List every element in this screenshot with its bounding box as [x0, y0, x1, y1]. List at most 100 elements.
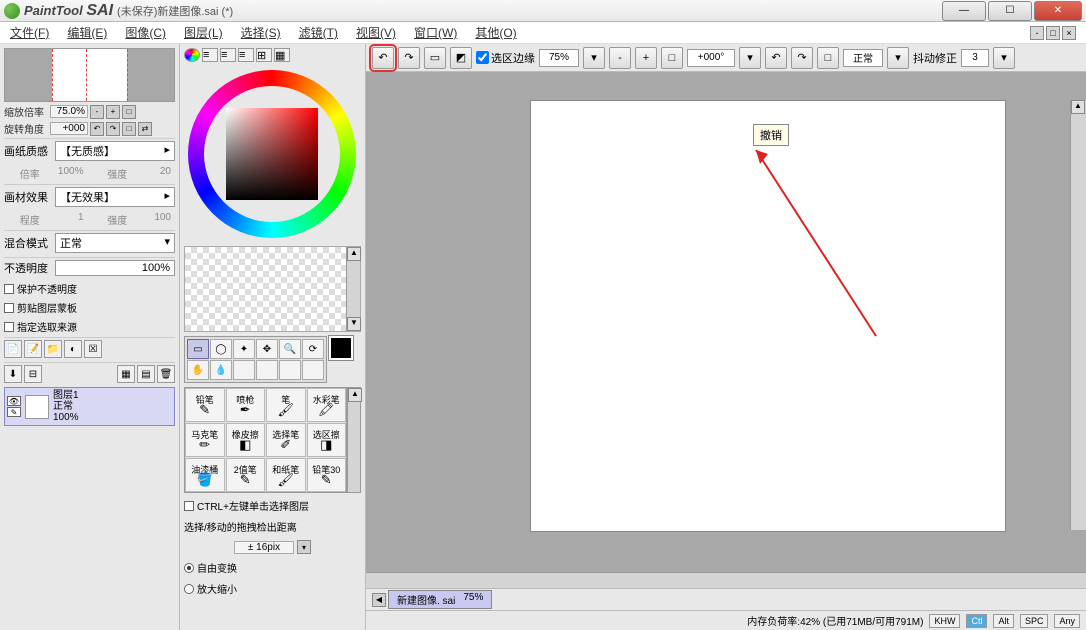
delete-layer-button[interactable]: 🗑 [157, 365, 175, 383]
protect-opacity-checkbox[interactable] [4, 284, 14, 294]
brush-select-pen[interactable]: 选择笔✐ [266, 423, 306, 457]
menu-select[interactable]: 选择(S) [241, 24, 281, 41]
tb-rotate-ccw[interactable]: ↶ [765, 47, 787, 69]
color-wheel[interactable] [184, 66, 360, 242]
swatch-scroll-up[interactable]: ▲ [347, 247, 361, 261]
gray-slider-button[interactable]: ≡ [238, 48, 254, 62]
drag-threshold-value[interactable]: ± 16pix [234, 541, 294, 554]
menu-window[interactable]: 窗口(W) [414, 24, 457, 41]
tb-zoom-out[interactable]: - [609, 47, 631, 69]
ctrl-click-checkbox[interactable] [184, 501, 194, 511]
rotate-tool[interactable]: ⟳ [302, 339, 324, 359]
brush-brush[interactable]: 笔🖌 [266, 388, 306, 422]
swatch-scroll-down[interactable]: ▼ [347, 317, 361, 331]
opacity-value[interactable]: 100% [55, 260, 175, 276]
layer-visibility-icon[interactable]: 👁 [7, 396, 21, 406]
canvas[interactable] [530, 100, 1006, 532]
minimize-button[interactable]: — [942, 1, 986, 21]
tb-zoom-fit[interactable]: □ [661, 47, 683, 69]
layer-edit-icon[interactable]: ✎ [7, 407, 21, 417]
toolbar-zoom-input[interactable] [539, 49, 579, 67]
magic-wand-tool[interactable]: ✦ [233, 339, 255, 359]
layer-item[interactable]: 👁 ✎ 图层1 正常 100% [4, 387, 175, 426]
menu-image[interactable]: 图像(C) [125, 24, 166, 41]
brush-bucket[interactable]: 油漆桶🪣 [185, 458, 225, 492]
navigator[interactable] [4, 48, 175, 102]
brush-eraser[interactable]: 橡皮擦◧ [226, 423, 266, 457]
brush-binary[interactable]: 2值笔✎ [226, 458, 266, 492]
zoom-menu-button[interactable]: ▾ [583, 47, 605, 69]
undo-button[interactable]: ↶ [372, 47, 394, 69]
selection-source-checkbox[interactable] [4, 322, 14, 332]
zoom-out-button[interactable]: - [90, 105, 104, 119]
toolbar-angle-input[interactable] [687, 49, 735, 67]
free-transform-radio[interactable] [184, 563, 194, 573]
menu-layer[interactable]: 图层(L) [184, 24, 223, 41]
brush-pencil30[interactable]: 铅笔30✎ [307, 458, 347, 492]
stabilizer-input[interactable] [961, 49, 989, 67]
rotate-value[interactable]: +000 [50, 122, 88, 135]
zoom-tool[interactable]: 🔍 [279, 339, 301, 359]
tab-prev-button[interactable]: ◀ [372, 593, 386, 607]
new-layer-button[interactable]: 📄 [4, 340, 22, 358]
tb-rotate-reset[interactable]: □ [817, 47, 839, 69]
menu-file[interactable]: 文件(F) [10, 24, 49, 41]
brush-select-eraser[interactable]: 选区擦◨ [307, 423, 347, 457]
brush-marker[interactable]: 马克笔✏ [185, 423, 225, 457]
move-tool[interactable]: ✥ [256, 339, 278, 359]
menu-edit[interactable]: 编辑(E) [67, 24, 107, 41]
rotate-reset-button[interactable]: □ [122, 122, 136, 136]
clipping-mask-checkbox[interactable] [4, 303, 14, 313]
swatch-grid-button[interactable]: ⊞ [256, 48, 272, 62]
hand-tool[interactable]: ✋ [187, 360, 209, 380]
deselect-button[interactable]: ▭ [424, 47, 446, 69]
blend-mode-select[interactable]: 正常▾ [55, 233, 175, 253]
merge-down-button[interactable]: ⊟ [24, 365, 42, 383]
new-folder-button[interactable]: 📁 [44, 340, 62, 358]
menu-filter[interactable]: 滤镜(T) [299, 24, 338, 41]
angle-menu-button[interactable]: ▾ [739, 47, 761, 69]
zoom-reset-button[interactable]: □ [122, 105, 136, 119]
lasso-tool[interactable]: ◯ [210, 339, 232, 359]
tb-rotate-cw[interactable]: ↷ [791, 47, 813, 69]
scratchpad-button[interactable]: ▦ [274, 48, 290, 62]
horizontal-scrollbar[interactable] [366, 572, 1086, 588]
sel-edge-checkbox[interactable] [476, 51, 489, 64]
zoom-in-button[interactable]: + [106, 105, 120, 119]
layer-mask-button[interactable]: ◐ [64, 340, 82, 358]
sub-minimize-button[interactable]: - [1030, 26, 1044, 40]
swatch-area[interactable]: ▲ ▼ [184, 246, 361, 332]
redo-button[interactable]: ↷ [398, 47, 420, 69]
drag-menu-button[interactable]: ▾ [297, 540, 311, 554]
menu-view[interactable]: 视图(V) [356, 24, 396, 41]
mode-menu-button[interactable]: ▾ [887, 47, 909, 69]
toolbar-mode-input[interactable] [843, 49, 883, 67]
clear-layer-button[interactable]: ☒ [84, 340, 102, 358]
tb-zoom-in[interactable]: + [635, 47, 657, 69]
hsv-slider-button[interactable]: ≡ [220, 48, 236, 62]
invert-sel-button[interactable]: ◩ [450, 47, 472, 69]
canvas-area[interactable]: ▲ [366, 72, 1086, 572]
flip-button[interactable]: ⇄ [138, 122, 152, 136]
brush-scroll-up[interactable]: ▲ [348, 388, 362, 402]
rect-select-tool[interactable]: ▭ [187, 339, 209, 359]
sv-picker[interactable] [226, 108, 318, 200]
sub-close-button[interactable]: × [1062, 26, 1076, 40]
material-effect-select[interactable]: 【无效果】▸ [55, 187, 175, 207]
vscroll-up[interactable]: ▲ [1071, 100, 1085, 114]
menu-other[interactable]: 其他(O) [475, 24, 516, 41]
flatten-button[interactable]: ▤ [137, 365, 155, 383]
rotate-cw-button[interactable]: ↷ [106, 122, 120, 136]
paper-texture-select[interactable]: 【无质感】▸ [55, 141, 175, 161]
document-tab[interactable]: 新建图像. sai 75% [388, 590, 492, 609]
foreground-color[interactable] [329, 336, 353, 360]
color-wheel-mode-button[interactable] [184, 48, 200, 62]
brush-pencil[interactable]: 铅笔✎ [185, 388, 225, 422]
merge-visible-button[interactable]: ▦ [117, 365, 135, 383]
maximize-button[interactable]: ☐ [988, 1, 1032, 21]
brush-washi[interactable]: 和纸笔🖌 [266, 458, 306, 492]
transfer-down-button[interactable]: ⬇ [4, 365, 22, 383]
stabilizer-menu-button[interactable]: ▾ [993, 47, 1015, 69]
scale-only-radio[interactable] [184, 584, 194, 594]
brush-airbrush[interactable]: 喷枪✒ [226, 388, 266, 422]
